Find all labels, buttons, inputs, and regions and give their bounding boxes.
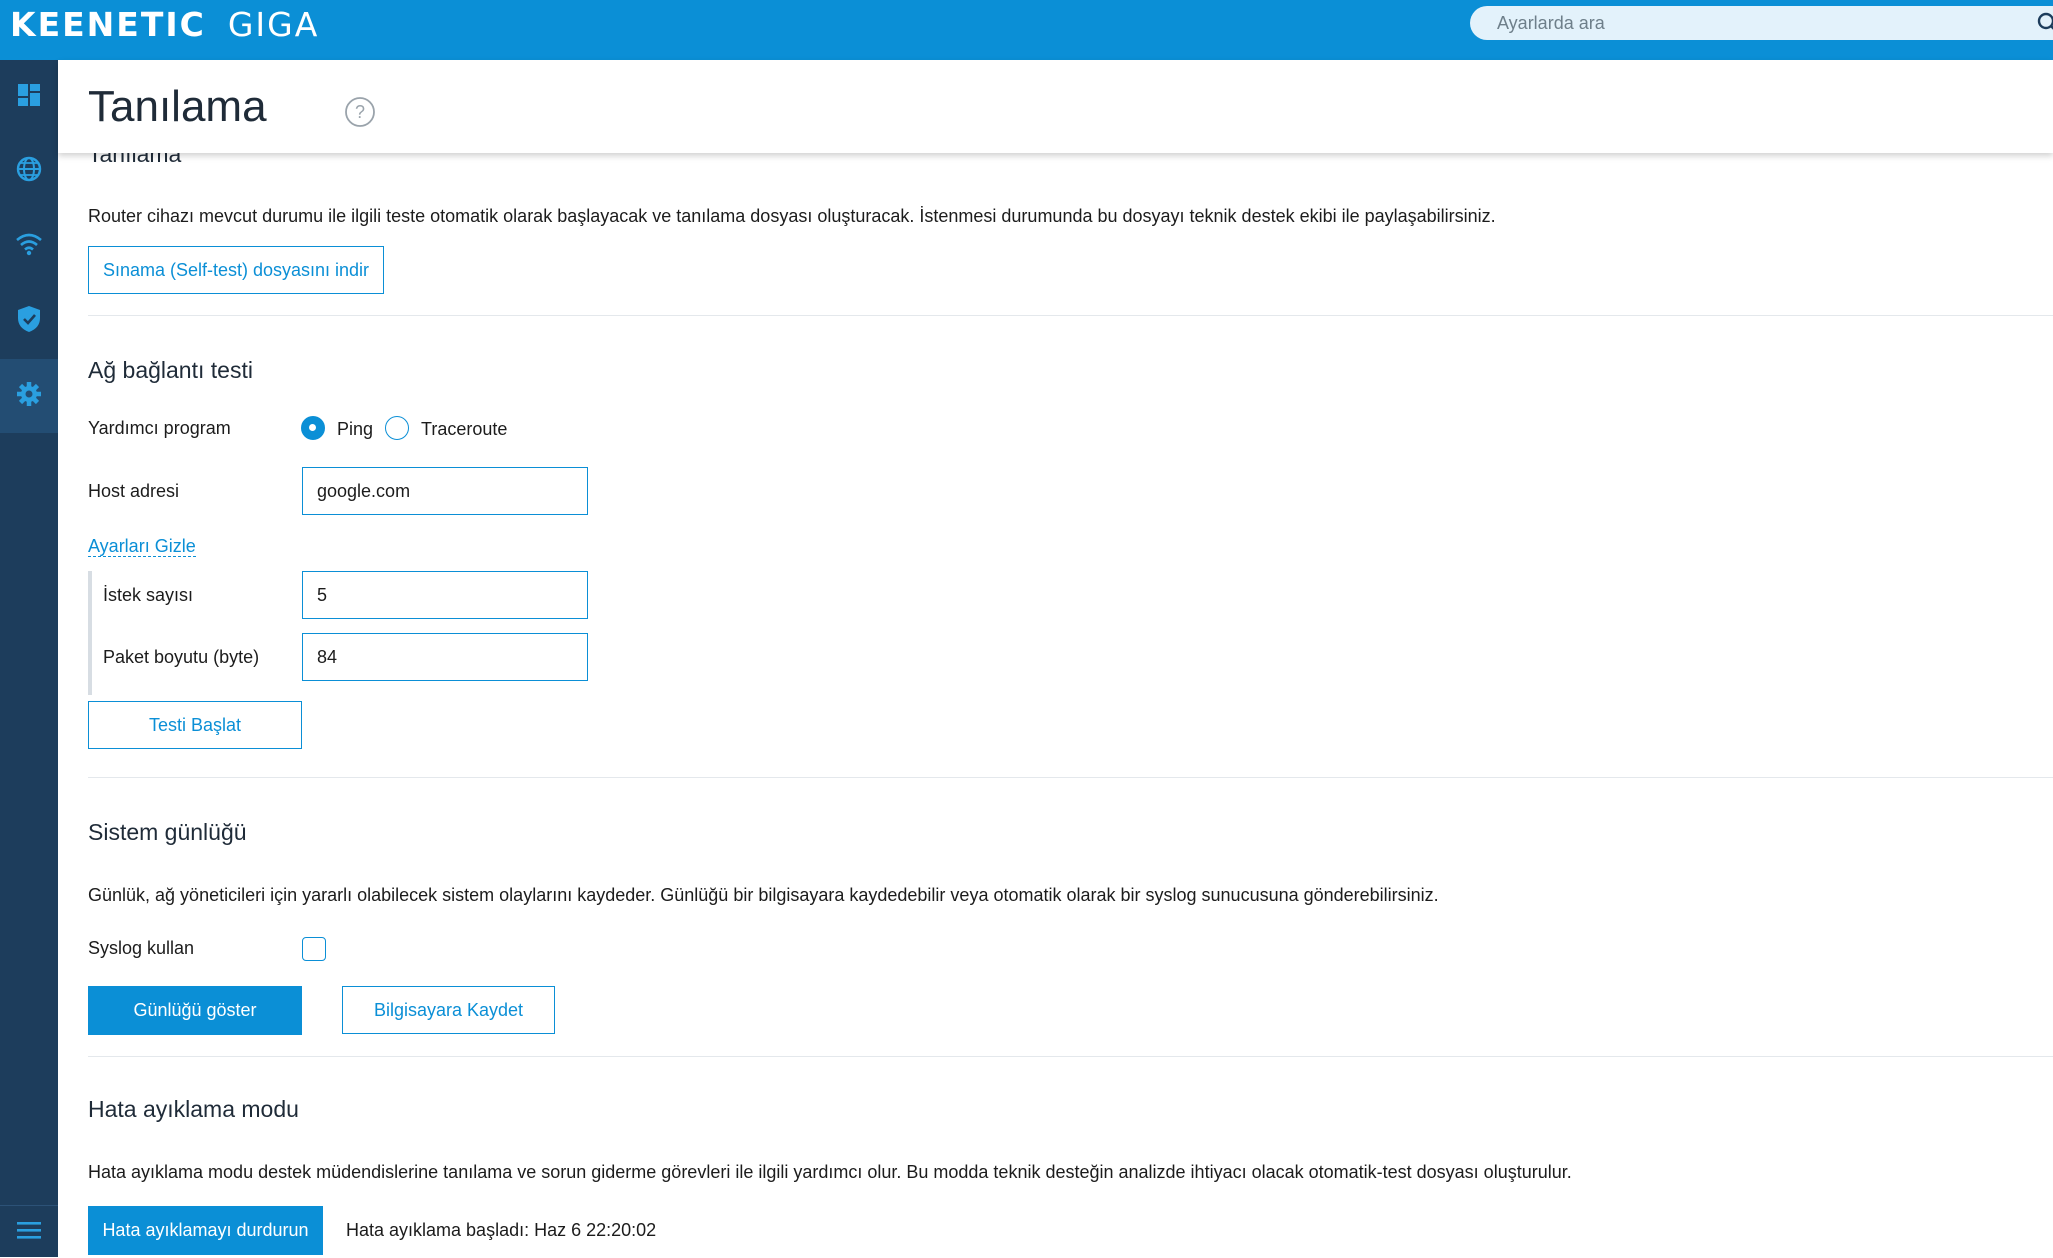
host-address-label: Host adresi: [88, 481, 180, 501]
sidebar: [0, 60, 58, 1257]
ping-label[interactable]: Ping: [337, 419, 373, 440]
page-header: Tanılama ?: [58, 60, 2053, 153]
debug-status-text: Hata ayıklama başladı: Haz 6 22:20:02: [346, 1220, 657, 1240]
section-divider: [88, 1056, 2053, 1057]
dashboard-icon: [16, 82, 42, 113]
system-log-title: Sistem günlüğü: [88, 819, 247, 845]
top-bar: KEENETIC GIGA: [0, 0, 2053, 60]
save-to-computer-button[interactable]: Bilgisayara Kaydet: [342, 986, 555, 1034]
stop-debug-button[interactable]: Hata ayıklamayı durdurun: [88, 1206, 323, 1255]
sidebar-item-internet[interactable]: [0, 134, 58, 208]
keenetic-logo[interactable]: KEENETIC GIGA: [10, 4, 320, 44]
host-address-input[interactable]: [302, 467, 588, 515]
syslog-label: Syslog kullan: [88, 938, 195, 958]
brand-name: KEENETIC: [10, 4, 206, 44]
ping-radio[interactable]: [301, 416, 325, 440]
request-count-label: İstek sayısı: [103, 585, 194, 605]
menu-icon: [16, 1220, 42, 1245]
traceroute-label[interactable]: Traceroute: [421, 419, 507, 440]
page-title: Tanılama: [88, 82, 267, 131]
system-log-description: Günlük, ağ yöneticileri için yararlı ola…: [88, 885, 1439, 905]
sidebar-item-dashboard[interactable]: [0, 60, 58, 134]
sidebar-item-management[interactable]: [0, 359, 58, 433]
hide-settings-link[interactable]: Ayarları Gizle: [88, 536, 196, 557]
shield-icon: [16, 304, 42, 339]
globe-icon: [15, 155, 43, 188]
traceroute-radio[interactable]: [385, 416, 409, 440]
search-box: [1470, 6, 2053, 40]
search-input[interactable]: [1495, 11, 1999, 35]
help-icon[interactable]: ?: [344, 96, 376, 133]
packet-size-label: Paket boyutu (byte): [103, 647, 260, 667]
debug-mode-description: Hata ayıklama modu destek müdendislerine…: [88, 1162, 1572, 1182]
network-test-title: Ağ bağlantı testi: [88, 357, 253, 383]
sidebar-menu-toggle[interactable]: [0, 1205, 58, 1258]
download-selftest-button[interactable]: Sınama (Self-test) dosyasını indir: [88, 246, 384, 294]
utility-label: Yardımcı program: [88, 418, 231, 438]
wifi-icon: [15, 231, 43, 262]
diagnostics-description: Router cihazı mevcut durumu ile ilgili t…: [88, 206, 1496, 226]
advanced-settings-indent: [88, 571, 92, 695]
section-divider: [88, 315, 2053, 316]
svg-text:?: ?: [355, 102, 365, 122]
sidebar-item-wifi[interactable]: [0, 209, 58, 283]
start-test-button[interactable]: Testi Başlat: [88, 701, 302, 749]
gear-icon: [15, 380, 43, 413]
syslog-checkbox[interactable]: [302, 937, 326, 961]
show-log-button[interactable]: Günlüğü göster: [88, 986, 302, 1035]
request-count-input[interactable]: [302, 571, 588, 619]
section-divider: [88, 777, 2053, 778]
model-name: GIGA: [227, 4, 320, 44]
search-icon[interactable]: [2037, 12, 2053, 39]
packet-size-input[interactable]: [302, 633, 588, 681]
sidebar-item-security[interactable]: [0, 284, 58, 358]
debug-mode-title: Hata ayıklama modu: [88, 1096, 299, 1122]
